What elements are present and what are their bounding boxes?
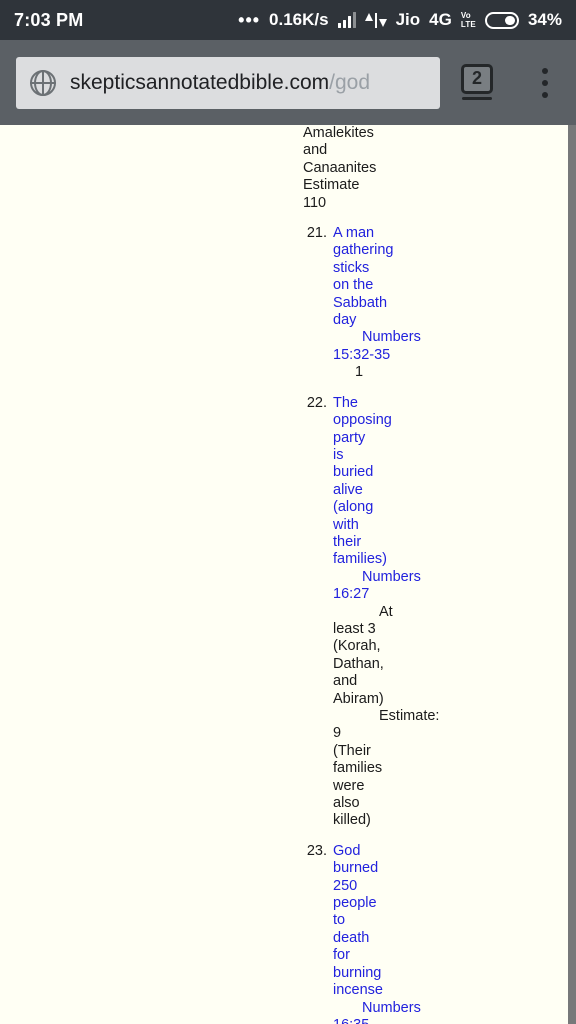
previous-entry-victims: Amalekites and Canaanites — [303, 125, 493, 177]
list-item-number: 21. — [306, 225, 327, 242]
previous-entry-tail: Amalekites and Canaanites Estimate 110 — [303, 125, 493, 212]
carrier-label: Jio — [395, 10, 421, 29]
status-clock: 7:03 PM — [14, 9, 84, 30]
count-line: Dathan, — [333, 655, 384, 672]
url-path: /god — [329, 70, 371, 94]
volte-icon-bottom: LTE — [460, 20, 476, 29]
tab-stack-underline-icon — [462, 96, 492, 100]
count-line: (Korah, — [333, 638, 381, 655]
tab-count-label: 2 — [461, 63, 493, 94]
count-line: 1 — [355, 364, 364, 381]
count-line: were — [333, 777, 365, 794]
count-line: also — [333, 795, 360, 812]
desc-line: families) — [333, 551, 387, 568]
scripture-reference-link[interactable]: Numbers 16:35 — [333, 1000, 493, 1024]
status-bar: 7:03 PM ••• 0.16K/s Jio 4G Vo LTE 34% — [0, 0, 576, 40]
scripture-reference-link[interactable]: Numbers 15:32-35 — [333, 329, 493, 364]
victim-count: At least 3 (Korah, Dathan, and Abiram) E… — [333, 604, 493, 830]
signal-bars-icon — [337, 12, 356, 28]
desc-line: A man — [333, 225, 375, 242]
desc-line: is — [333, 446, 344, 463]
desc-line: incense — [333, 982, 383, 999]
desc-line: to — [333, 912, 346, 929]
list-item: 23. God burned 250 people to death for b… — [303, 843, 493, 1024]
desc-line: burning — [333, 964, 382, 981]
battery-icon — [484, 11, 519, 29]
volte-icon: Vo LTE — [461, 11, 476, 29]
ref-line: Numbers — [362, 568, 421, 585]
browser-toolbar: skepticsannotatedbible.com/god 2 — [0, 40, 576, 125]
victim-count: 1 — [333, 364, 493, 381]
status-bar-indicators: ••• 0.16K/s Jio 4G Vo LTE 34% — [238, 10, 562, 30]
desc-line: gathering — [333, 242, 394, 259]
desc-line: 250 — [333, 877, 358, 894]
desc-line: people — [333, 895, 377, 912]
data-rate-label: 0.16K/s — [269, 10, 329, 29]
desc-line: death — [333, 929, 370, 946]
url-text: skepticsannotatedbible.com/god — [70, 71, 370, 95]
list-item: 21. A man gathering sticks on the Sabbat… — [303, 225, 493, 382]
list-item-body: The opposing party is buried alive (alon… — [333, 395, 493, 830]
ref-line: 15:32-35 — [333, 346, 391, 363]
desc-line: (along — [333, 499, 374, 516]
desc-line: Sabbath — [333, 294, 388, 311]
victim-line: Canaanites — [303, 159, 377, 176]
more-indicators-icon: ••• — [238, 10, 261, 30]
article-content: Amalekites and Canaanites Estimate 110 2… — [303, 125, 493, 1024]
desc-line: party — [333, 429, 366, 446]
desc-line: God — [333, 842, 361, 859]
address-bar[interactable]: skepticsannotatedbible.com/god — [16, 56, 440, 109]
globe-icon — [30, 69, 56, 96]
desc-line: with — [333, 516, 359, 533]
desc-line: burned — [333, 860, 379, 877]
page-viewport[interactable]: Amalekites and Canaanites Estimate 110 2… — [0, 125, 576, 1024]
battery-percent-label: 34% — [527, 10, 562, 29]
list-item-body: A man gathering sticks on the Sabbath da… — [333, 225, 493, 382]
count-line: Estimate: — [379, 708, 440, 724]
count-line: least 3 — [333, 620, 376, 637]
estimate-label: Estimate — [303, 177, 360, 194]
victim-line: Amalekites — [303, 125, 374, 141]
desc-line: alive — [333, 481, 363, 498]
desc-line: sticks — [333, 259, 370, 276]
killing-description-link[interactable]: A man gathering sticks on the Sabbath da… — [333, 225, 493, 329]
tab-switcher-button[interactable]: 2 — [460, 63, 494, 102]
desc-line: opposing — [333, 412, 392, 429]
vertical-scrollbar[interactable] — [568, 125, 576, 1024]
count-line: and — [333, 673, 358, 690]
count-line: killed) — [333, 812, 371, 829]
list-item: 22. The opposing party is buried alive (… — [303, 395, 493, 830]
count-line: Abiram) — [333, 690, 384, 707]
scripture-reference-link[interactable]: Numbers 16:27 — [333, 569, 493, 604]
desc-line: day — [333, 312, 357, 329]
network-type-label: 4G — [429, 10, 452, 29]
ref-line: 16:27 — [333, 586, 370, 603]
count-line: families — [333, 760, 383, 777]
count-line: 9 — [333, 725, 342, 742]
desc-line: buried — [333, 464, 374, 481]
killing-description-link[interactable]: God burned 250 people to death for burni… — [333, 843, 493, 1000]
volte-icon-top: Vo — [460, 11, 471, 20]
desc-line: for — [333, 947, 350, 964]
ref-line: Numbers — [362, 999, 421, 1016]
overflow-menu-icon[interactable] — [536, 62, 554, 104]
estimate-value: 110 — [303, 194, 327, 211]
ref-line: 16:35 — [333, 1017, 493, 1024]
data-transfer-icon — [364, 12, 387, 28]
list-item-number: 22. — [306, 394, 327, 411]
desc-line: The — [333, 394, 358, 411]
count-line: (Their — [333, 742, 371, 759]
ref-line: Numbers — [362, 329, 421, 346]
list-item-number: 23. — [306, 842, 327, 859]
list-item-body: God burned 250 people to death for burni… — [333, 843, 493, 1024]
desc-line: on the — [333, 277, 374, 294]
desc-line: their — [333, 533, 362, 550]
killing-description-link[interactable]: The opposing party is buried alive (alon… — [333, 395, 493, 569]
victim-line: and — [303, 142, 328, 159]
count-line: At — [379, 603, 393, 620]
url-domain: skepticsannotatedbible.com — [70, 70, 330, 94]
